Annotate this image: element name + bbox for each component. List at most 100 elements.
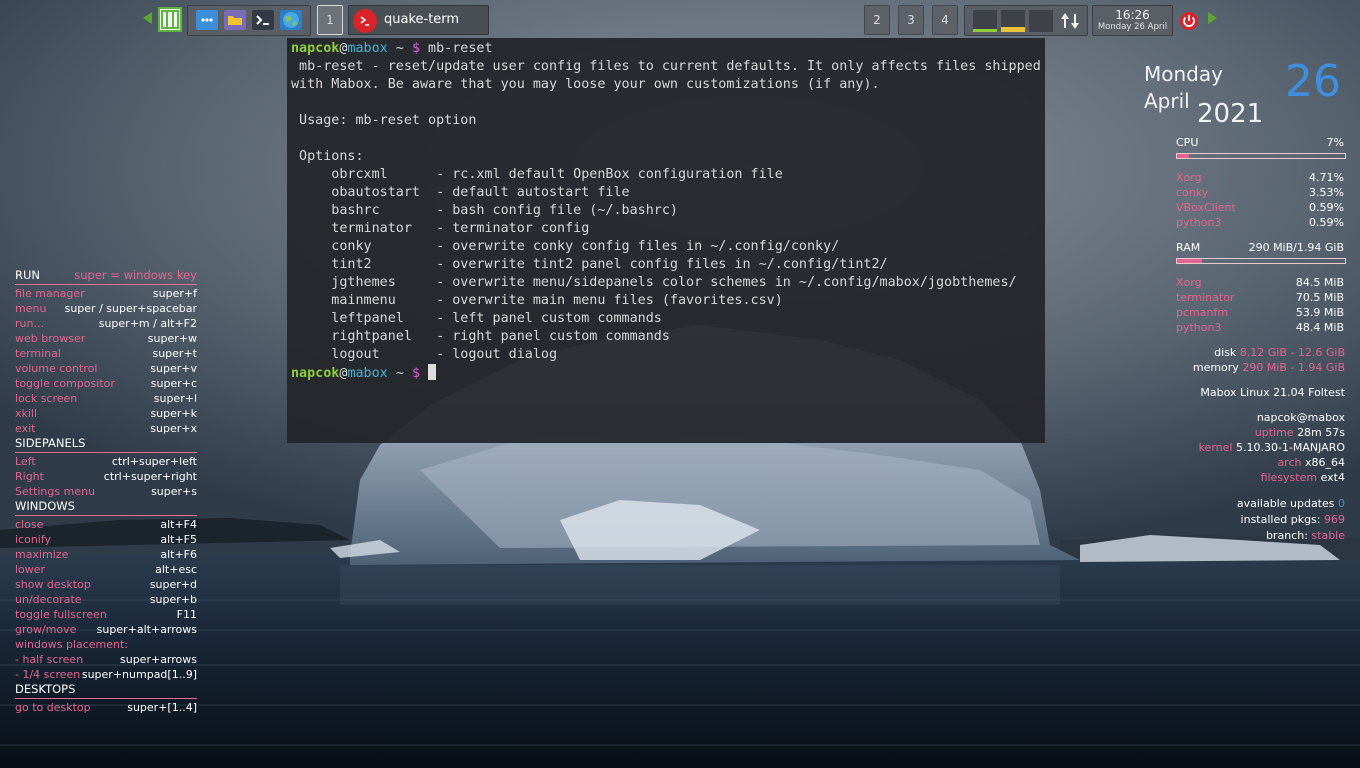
terminal-output-line: rightpanel - right panel custom commands (291, 329, 670, 344)
keybind-keys: super+v (150, 362, 197, 375)
keybind-row: - 1/4 screen super+numpad[1..9] (15, 667, 197, 682)
workspace-3-button[interactable]: 3 (898, 5, 924, 35)
ram-row: RAM 290 MiB/1.94 GiB (1176, 240, 1344, 255)
ram-label: RAM (1176, 241, 1201, 254)
ram-value: 290 MiB/1.94 GiB (1248, 241, 1344, 254)
keybind-row: web browser super+w (15, 331, 197, 346)
system-monitor-group (964, 5, 1088, 36)
terminal-output-line: bashrc - bash config file (~/.bashrc) (291, 203, 678, 218)
file-manager-icon[interactable] (224, 10, 246, 30)
process-row: conky 3.53% (1176, 185, 1344, 200)
keybind-action: file manager (15, 287, 85, 300)
keybind-row: Right ctrl+super+right (15, 469, 197, 484)
keybind-action: menu (15, 302, 47, 315)
terminal-active-prompt[interactable]: napcok@mabox ~ $ (291, 364, 1041, 382)
keybind-row: un/decorate super+b (15, 592, 197, 607)
terminal-output-line: Options: (291, 149, 364, 164)
keybind-keys: super / super+spacebar (64, 302, 197, 315)
keybind-keys: super+arrows (120, 653, 197, 666)
keybind-row: exit super+x (15, 421, 197, 436)
keybind-keys: super+numpad[1..9] (81, 668, 197, 681)
keybind-action: toggle compositor (15, 377, 115, 390)
quake-terminal-window[interactable]: napcok@mabox ~ $ mb-reset mb-reset - res… (287, 38, 1045, 443)
app-menu-icon[interactable] (196, 10, 218, 30)
section-title: WINDOWS (15, 499, 75, 513)
keybind-keys: super+c (150, 377, 197, 390)
web-browser-icon[interactable] (280, 10, 302, 30)
keybind-row: iconify alt+F5 (15, 532, 197, 547)
keybind-action: grow/move (15, 623, 77, 636)
terminal-output-line: tint2 - overwrite tint2 panel config fil… (291, 257, 888, 272)
keybind-action: run... (15, 317, 44, 330)
keybinds-section-sidepanels: SIDEPANELS (15, 436, 197, 451)
terminal-output-line: logout - logout dialog (291, 347, 558, 362)
terminal-output-line: obautostart - default autostart file (291, 185, 630, 200)
right-panel-toggle-icon[interactable] (1208, 12, 1217, 24)
kernel: kernel 5.10.30-1-MANJARO (1198, 441, 1345, 454)
keybind-action: volume control (15, 362, 98, 375)
keybind-row: Left ctrl+super+left (15, 454, 197, 469)
power-icon (1180, 12, 1198, 30)
clock[interactable]: 16:26 Monday 26 April (1092, 5, 1173, 36)
prompt-host: mabox (347, 366, 388, 381)
keybind-keys: super+s (151, 485, 197, 498)
keybind-action: maximize (15, 548, 69, 561)
filesystem: filesystem ext4 (1260, 471, 1345, 484)
launcher-group (187, 5, 311, 36)
process-row: Xorg 4.71% (1176, 170, 1344, 185)
keybind-keys: super+t (152, 347, 197, 360)
keybind-action: xkill (15, 407, 38, 420)
workspace-4-button[interactable]: 4 (932, 5, 958, 35)
cpu-value: 7% (1326, 136, 1344, 149)
keybind-action: show desktop (15, 578, 91, 591)
keybind-action: terminal (15, 347, 61, 360)
terminal-prompt-line: napcok@mabox ~ $ mb-reset (291, 40, 1041, 58)
power-button[interactable] (1179, 11, 1199, 31)
prompt-path: ~ (387, 366, 412, 381)
terminal-output: mb-reset - reset/update user config file… (291, 58, 1041, 364)
keybind-action: toggle fullscreen (15, 608, 107, 621)
process-name: VBoxClient (1176, 201, 1236, 214)
keybinds-section-windows: WINDOWS (15, 499, 197, 514)
memory-graph[interactable] (1001, 10, 1025, 32)
keybind-row: run... super+m / alt+F2 (15, 316, 197, 331)
keybind-action: windows placement: (15, 638, 129, 651)
network-up-down-icon[interactable] (1059, 10, 1081, 32)
keybind-row: - half screen super+arrows (15, 652, 197, 667)
process-value: 84.5 MiB (1295, 276, 1344, 289)
conky-month: April (1144, 89, 1190, 113)
keybind-row: toggle fullscreen F11 (15, 607, 197, 622)
taskbar-item-quake-term[interactable]: quake-term (348, 5, 489, 35)
cpu-graph[interactable] (973, 10, 997, 32)
keybind-action: iconify (15, 533, 52, 546)
keybind-row: windows placement: (15, 637, 197, 652)
workspace-1-button[interactable]: 1 (317, 5, 343, 35)
disk-usage: disk 8.12 GiB - 12.6 GiB (1214, 346, 1345, 359)
terminal-icon[interactable] (252, 10, 274, 30)
section-divider (15, 515, 197, 516)
keybind-row: close alt+F4 (15, 517, 197, 532)
process-value: 48.4 MiB (1295, 321, 1344, 334)
section-title: DESKTOPS (15, 682, 76, 696)
conky-date-number: 26 (1285, 56, 1341, 107)
section-divider (15, 452, 197, 453)
left-panel-toggle-icon[interactable] (143, 12, 152, 24)
keybind-keys: F11 (176, 608, 197, 621)
keybind-row: show desktop super+d (15, 577, 197, 592)
quake-term-icon (353, 9, 377, 33)
keybind-row: lower alt+esc (15, 562, 197, 577)
process-row: Xorg 84.5 MiB (1176, 275, 1344, 290)
mabox-menu-icon[interactable] (158, 7, 182, 32)
arch: arch x86_64 (1277, 456, 1345, 469)
process-name: python3 (1176, 216, 1222, 229)
keybind-keys: ctrl+super+right (103, 470, 197, 483)
terminal-output-line: mainmenu - overwrite main menu files (fa… (291, 293, 783, 308)
keybind-keys: super+w (147, 332, 197, 345)
keybind-row: go to desktop super+[1..4] (15, 700, 197, 715)
terminal-output-line: terminator - terminator config (291, 221, 590, 236)
workspace-2-button[interactable]: 2 (864, 5, 890, 35)
terminal-output-line: Usage: mb-reset option (291, 113, 477, 128)
process-value: 53.9 MiB (1295, 306, 1344, 319)
network-graph[interactable] (1029, 10, 1053, 32)
keybind-keys: alt+F5 (160, 533, 197, 546)
